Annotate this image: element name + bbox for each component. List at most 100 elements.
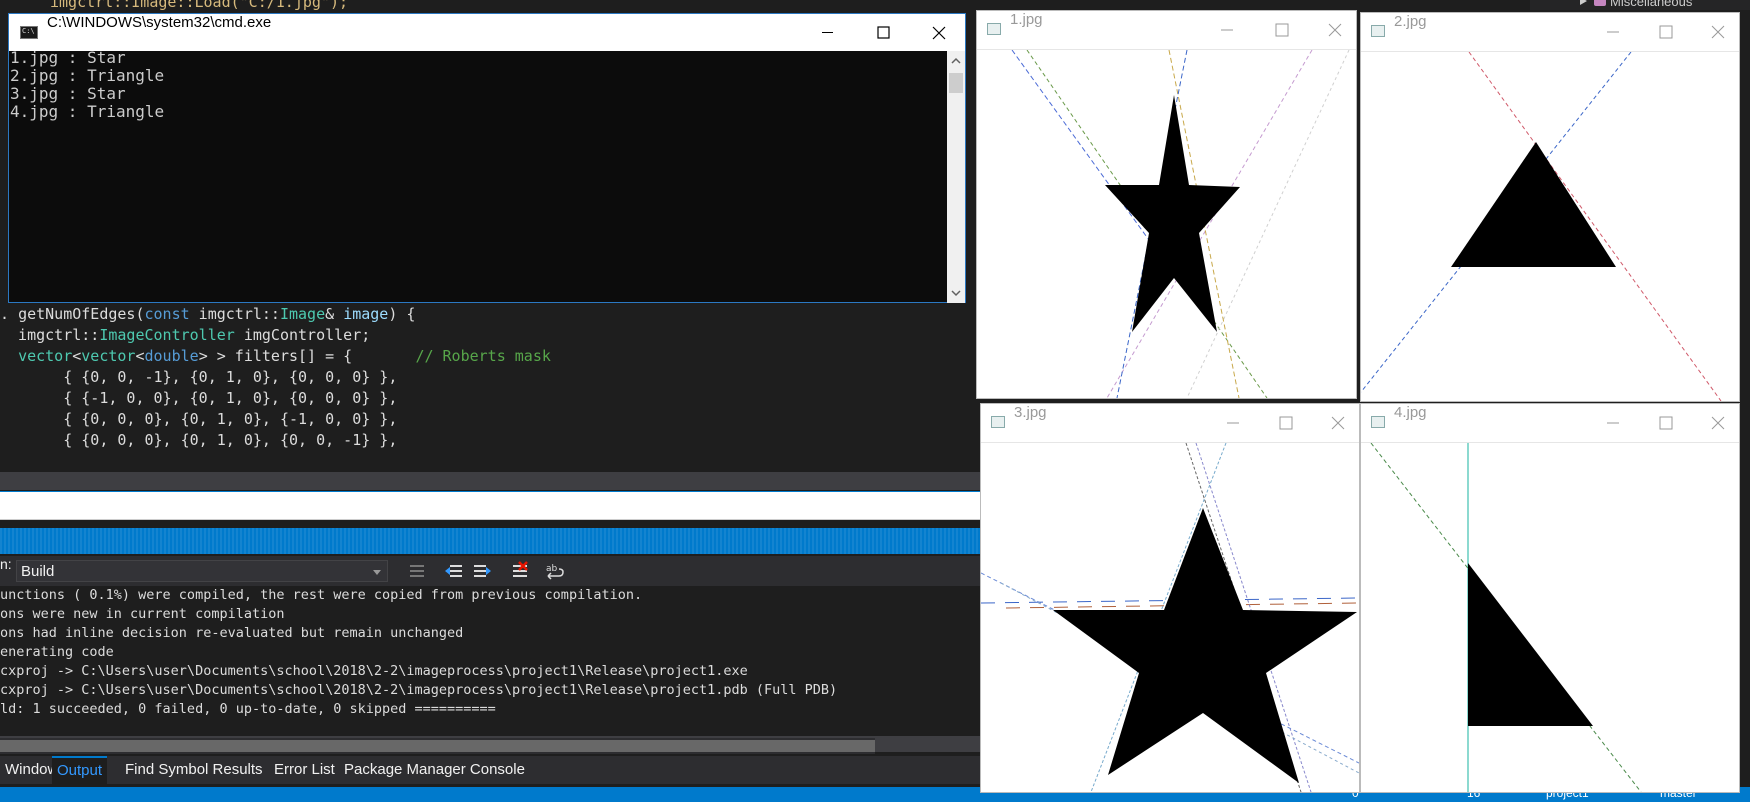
code-token: { {0, 0, 0}, {0, 1, 0}, {-1, 0, 0} }, (0, 410, 398, 428)
chevron-up-icon[interactable] (951, 57, 961, 65)
minimize-icon[interactable] (1593, 404, 1633, 442)
code-token: vector (18, 347, 73, 365)
maximize-icon[interactable] (855, 14, 911, 51)
output-source-select[interactable]: Build (16, 560, 388, 582)
cmd-window[interactable]: C:\WINDOWS\system32\cmd.exe 1.jpg : Star… (8, 13, 966, 303)
scrollbar-thumb[interactable] (949, 73, 963, 93)
close-icon[interactable] (1698, 13, 1738, 51)
code-line[interactable]: { {-1, 0, 0}, {0, 1, 0}, {0, 0, 0} }, (0, 388, 397, 408)
image-canvas-star (977, 50, 1356, 398)
word-wrap-icon[interactable]: ab (545, 561, 565, 581)
image-window-title-bar[interactable]: 3.jpg (981, 404, 1359, 443)
code-editor[interactable]: . getNumOfEdges(const imgctrl::Image& im… (0, 305, 980, 470)
cmd-app-icon (20, 26, 38, 39)
image-window-title-bar[interactable]: 1.jpg (977, 11, 1356, 50)
maximize-icon[interactable] (1646, 13, 1686, 51)
window-icon (1371, 416, 1385, 428)
image-window-2[interactable]: 2.jpg (1360, 12, 1740, 402)
code-token: < (72, 347, 82, 365)
image-window-title: 3.jpg (1014, 404, 1047, 421)
cmd-console-output[interactable]: 1.jpg : Star 2.jpg : Triangle 3.jpg : Star… (9, 48, 947, 303)
window-icon (987, 23, 1001, 35)
console-line: 4.jpg : Triangle (10, 102, 165, 121)
code-line[interactable]: { {0, 0, 0}, {0, 1, 0}, {0, 0, -1} }, (0, 430, 397, 450)
close-icon[interactable] (1315, 11, 1355, 49)
go-to-previous-icon[interactable] (407, 561, 427, 581)
tab-package-manager-console[interactable]: Package Manager Console (339, 756, 530, 784)
code-token: . (0, 305, 19, 323)
image-window-3[interactable]: 3.jpg (980, 403, 1360, 793)
image-window-title-bar[interactable]: 4.jpg (1361, 404, 1739, 443)
minimize-icon[interactable] (799, 14, 855, 51)
output-line: ons were new in current compilation (0, 606, 285, 622)
show-output-from-label: n: (0, 556, 12, 572)
output-text[interactable]: unctions ( 0.1%) were compiled, the rest… (0, 586, 980, 736)
image-window-4[interactable]: 4.jpg (1360, 403, 1740, 793)
code-line[interactable]: imgctrl::ImageController imgController; (0, 325, 370, 345)
maximize-icon[interactable] (1262, 11, 1302, 49)
code-fragment: imgctrl::Image::Load("C:/1.jpg"); (50, 0, 349, 11)
image-window-title: 4.jpg (1394, 404, 1427, 421)
chevron-down-icon (373, 570, 381, 575)
close-icon[interactable] (1318, 404, 1358, 442)
minimize-icon[interactable] (1207, 11, 1247, 49)
cmd-vertical-scrollbar[interactable] (947, 51, 965, 303)
code-token: // Roberts mask (415, 347, 551, 365)
output-line: ld: 1 succeeded, 0 failed, 0 up-to-date,… (0, 701, 496, 717)
output-line: ons had inline decision re-evaluated but… (0, 625, 464, 641)
code-token: vector (81, 347, 136, 365)
console-line: 1.jpg : Star (10, 48, 126, 67)
code-token: { {0, 0, -1}, {0, 1, 0}, {0, 0, 0} }, (0, 368, 398, 386)
code-token: double (144, 347, 199, 365)
image-canvas-triangle (1361, 52, 1739, 401)
image-window-title: 1.jpg (1010, 11, 1043, 28)
clear-all-icon[interactable] (510, 561, 530, 581)
image-window-title: 2.jpg (1394, 13, 1427, 30)
code-line[interactable]: { {0, 0, 0}, {0, 1, 0}, {-1, 0, 0} }, (0, 409, 397, 429)
bottom-tab-strip: Window Output Find Symbol Results Error Lis… (0, 756, 980, 784)
image-canvas-triangle (1361, 443, 1739, 792)
image-canvas-star (981, 443, 1359, 792)
console-line: 3.jpg : Star (10, 84, 126, 103)
output-line: cxproj -> C:\Users\user\Documents\school… (0, 682, 838, 698)
window-icon (1371, 25, 1385, 37)
solution-item-label[interactable]: Miscellaneous (1610, 0, 1692, 9)
image-window-1[interactable]: 1.jpg (976, 10, 1357, 399)
code-token: getNumOfEdges( (18, 305, 145, 323)
minimize-icon[interactable] (1213, 404, 1253, 442)
minimize-icon[interactable] (1593, 13, 1633, 51)
tab-output[interactable]: Output (52, 756, 108, 784)
code-line[interactable]: . getNumOfEdges(const imgctrl::Image& im… (0, 304, 415, 324)
code-token: const (144, 305, 190, 323)
code-token: { {0, 0, 0}, {0, 1, 0}, {0, 0, -1} }, (0, 431, 398, 449)
maximize-icon[interactable] (1646, 404, 1686, 442)
svg-text:ab: ab (546, 564, 558, 574)
console-line: 2.jpg : Triangle (10, 66, 165, 85)
tab-find-symbol-results[interactable]: Find Symbol Results (120, 756, 268, 784)
code-line[interactable]: { {0, 0, -1}, {0, 1, 0}, {0, 0, 0} }, (0, 367, 397, 387)
image-window-title-bar[interactable]: 2.jpg (1361, 13, 1739, 52)
tab-error-list[interactable]: Error List (269, 756, 340, 784)
close-icon[interactable] (1698, 404, 1738, 442)
code-token: Image (279, 305, 326, 323)
folder-icon (1594, 0, 1606, 6)
output-source-value: Build (21, 563, 55, 580)
expand-arrow-icon[interactable] (1580, 0, 1587, 5)
close-icon[interactable] (911, 14, 967, 51)
code-token: ImageController (99, 326, 235, 344)
code-token: image (343, 305, 389, 323)
code-token: ) { (388, 305, 416, 323)
code-token: { {-1, 0, 0}, {0, 1, 0}, {0, 0, 0} }, (0, 389, 398, 407)
code-line[interactable]: vector<vector<double> > filters[] = { //… (0, 346, 551, 366)
chevron-down-icon[interactable] (951, 289, 961, 297)
find-bar[interactable] (0, 491, 980, 520)
cmd-title-bar[interactable]: C:\WINDOWS\system32\cmd.exe (9, 14, 965, 51)
maximize-icon[interactable] (1266, 404, 1306, 442)
find-previous-icon[interactable] (444, 561, 464, 581)
output-line: enerating code (0, 644, 114, 660)
find-next-icon[interactable] (472, 561, 492, 581)
code-token: imgctrl:: (0, 326, 100, 344)
horizontal-scrollbar-thumb[interactable] (0, 738, 875, 754)
cmd-window-title: C:\WINDOWS\system32\cmd.exe (47, 14, 272, 31)
